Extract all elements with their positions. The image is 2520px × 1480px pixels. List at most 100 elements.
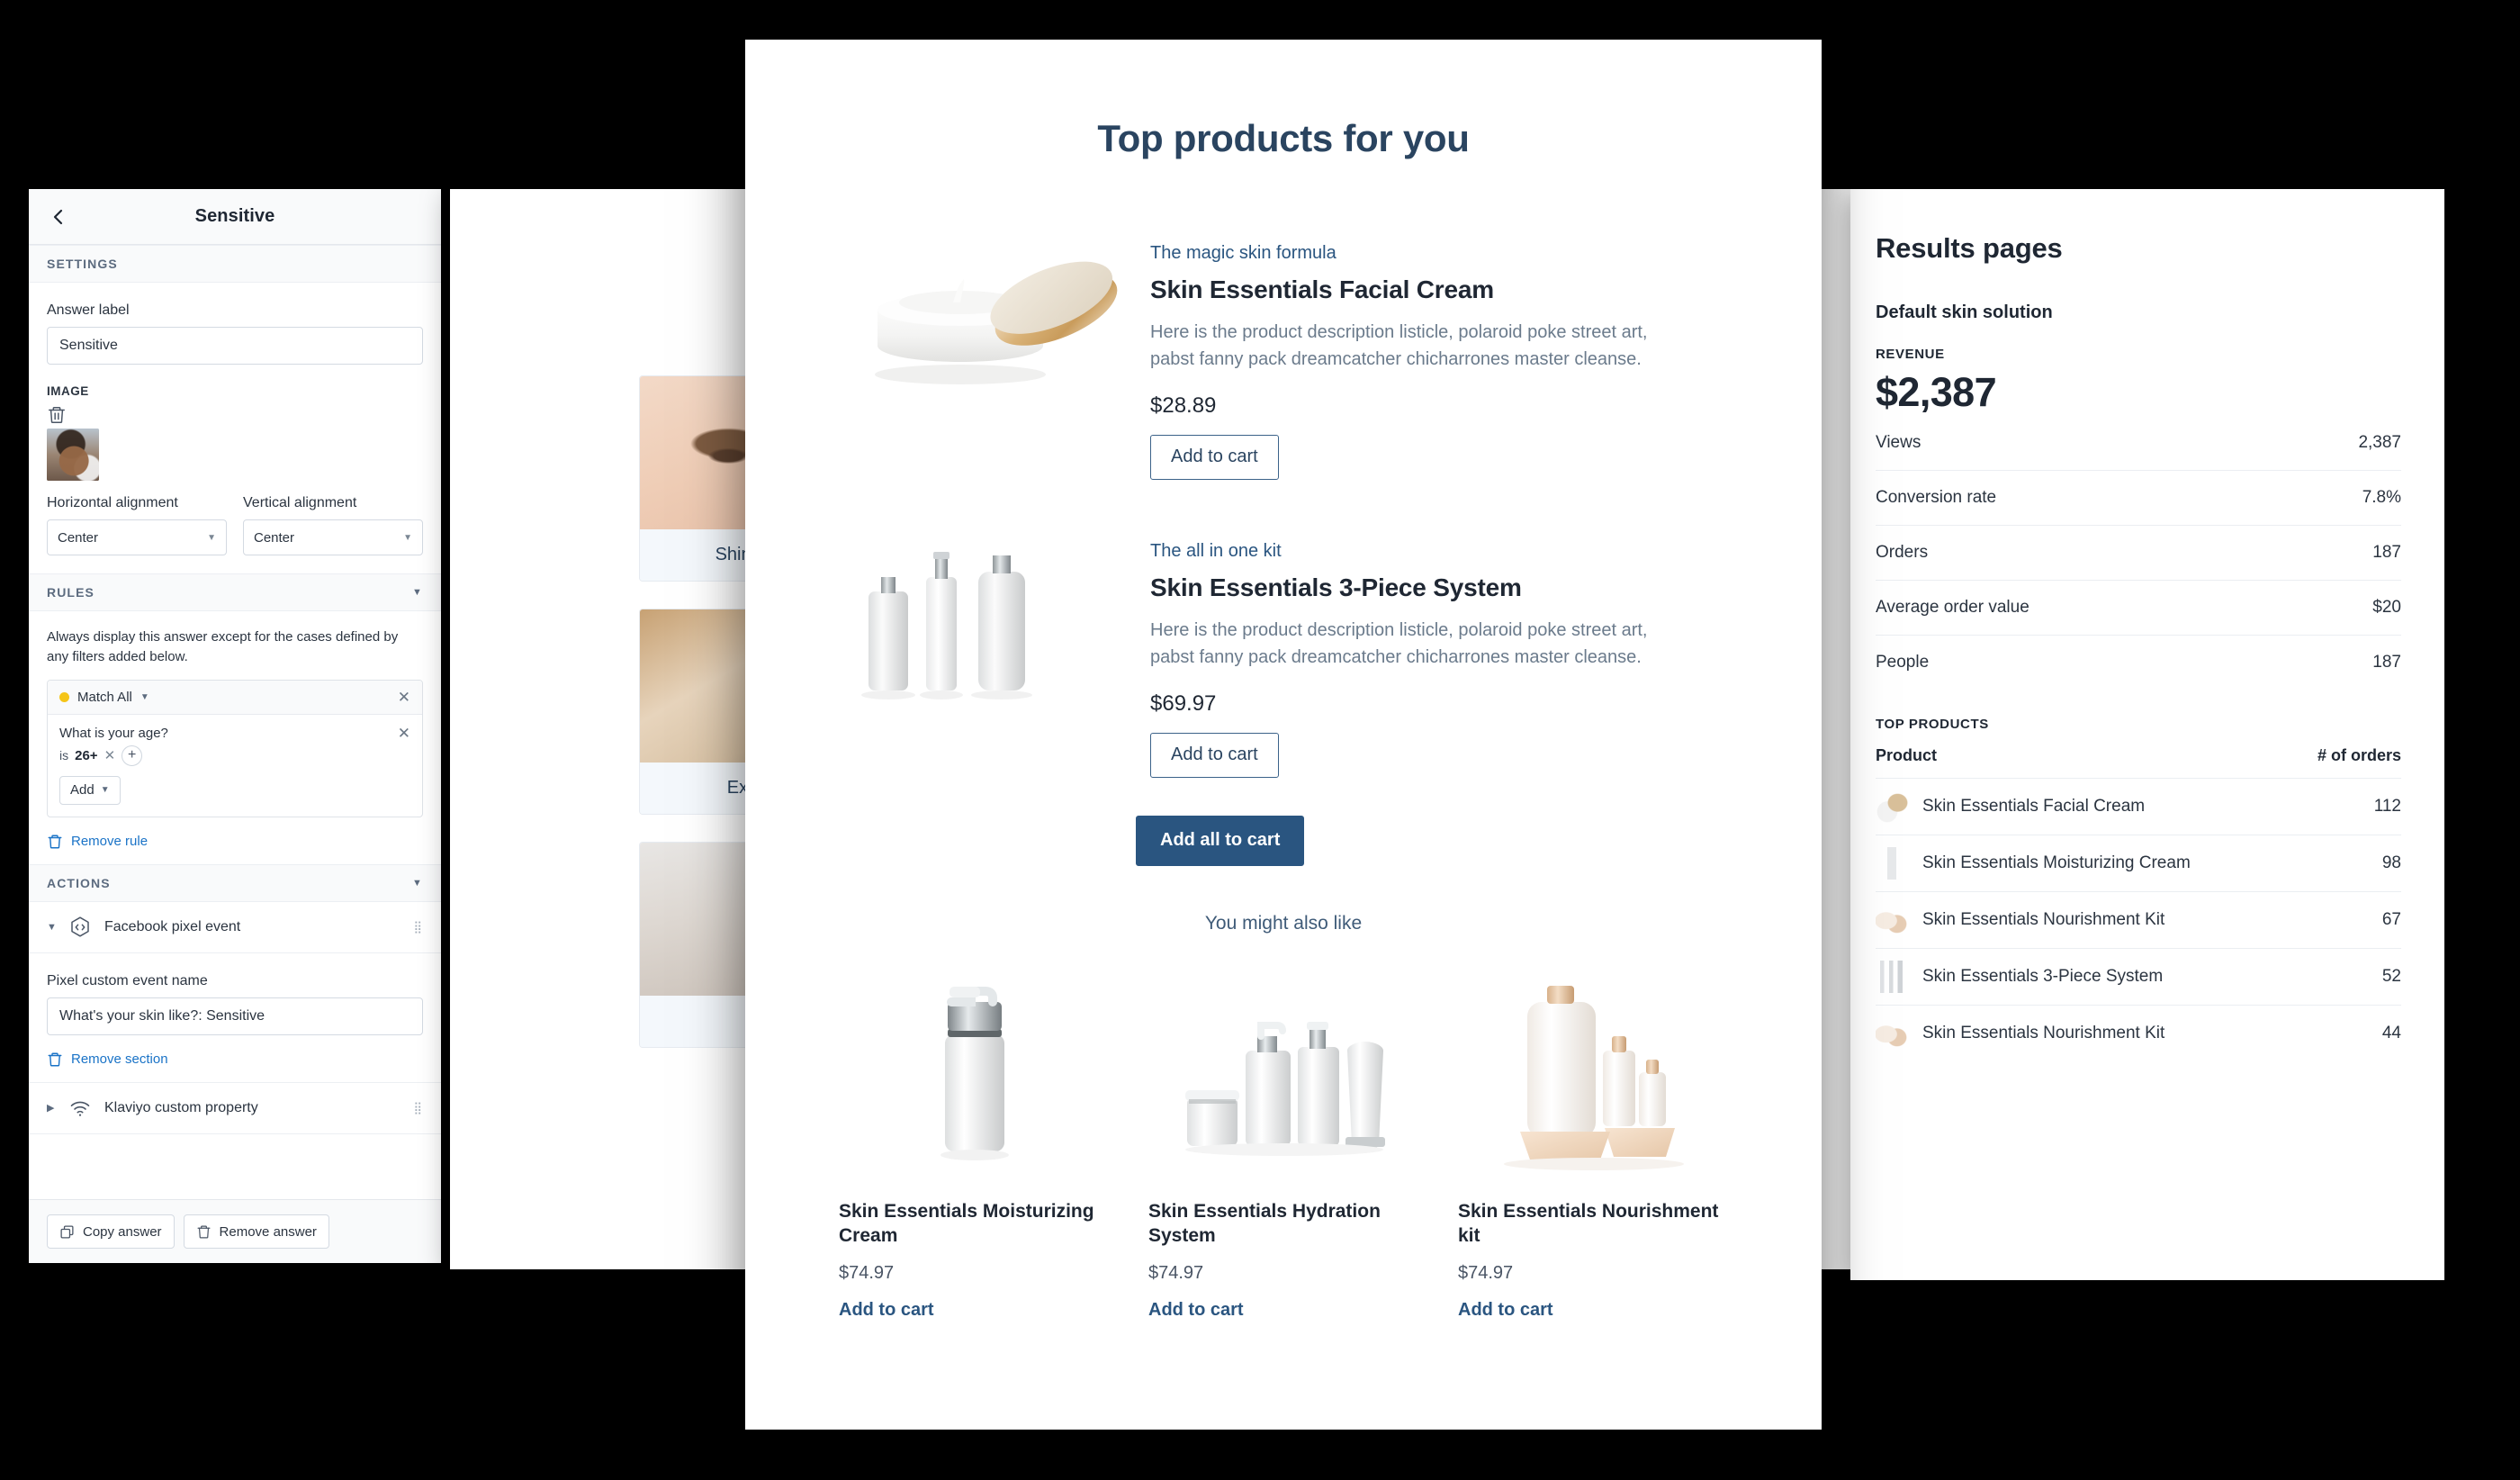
product-orders: 44 <box>2381 1024 2401 1042</box>
plus-icon[interactable]: + <box>122 745 143 766</box>
you-might-also-like-heading: You might also like <box>1204 912 1363 934</box>
featured-product-2: The all in one kit Skin Essentials 3-Pie… <box>839 521 1728 778</box>
table-row[interactable]: Skin Essentials Moisturizing Cream 98 <box>1876 835 2401 891</box>
condition-operator: is <box>59 748 69 763</box>
table-row[interactable]: Skin Essentials Facial Cream 112 <box>1876 778 2401 835</box>
remove-section-button[interactable]: Remove section <box>47 1051 423 1068</box>
horizontal-alignment-value: Center <box>58 529 99 546</box>
revenue-label: REVENUE <box>1876 347 1945 362</box>
product-thumbnail <box>1876 790 1908 823</box>
product-thumbnail <box>1876 1017 1908 1050</box>
add-to-cart-link[interactable]: Add to cart <box>1148 1300 1418 1321</box>
related-product-card[interactable]: Skin Essentials Hydration System $74.97 … <box>1148 951 1418 1321</box>
section-label: RULES <box>47 585 94 600</box>
drag-handle-icon[interactable]: ⣿ <box>413 1102 423 1114</box>
chevron-down-icon: ▼ <box>207 532 216 543</box>
chevron-down-icon: ▼ <box>140 691 149 702</box>
close-icon[interactable]: ✕ <box>398 726 410 741</box>
screenshot-stage: Sensitive SETTINGS Answer label Sensitiv… <box>0 0 2520 1480</box>
chevron-down-icon: ▼ <box>403 532 412 543</box>
horizontal-alignment-select[interactable]: Center ▼ <box>47 519 227 555</box>
stat-label: People <box>1876 653 1930 672</box>
related-product-price: $74.97 <box>839 1263 895 1283</box>
add-all-to-cart-button[interactable]: Add all to cart <box>1136 815 1305 866</box>
stat-row-average-order-value: Average order value $20 <box>1876 581 2401 636</box>
remove-answer-label: Remove answer <box>219 1223 317 1240</box>
rule-match-mode-row[interactable]: Match All ▼ ✕ <box>48 680 422 715</box>
close-icon[interactable]: ✕ <box>104 747 116 763</box>
product-name: Skin Essentials Nourishment Kit <box>1922 1024 2165 1042</box>
condition-value: 26+ <box>75 747 98 763</box>
product-price: $69.97 <box>1150 690 1217 716</box>
cream-jar-icon <box>875 261 1118 384</box>
vertical-alignment-value: Center <box>254 529 295 546</box>
related-product-card[interactable]: Skin Essentials Moisturizing Cream $74.9… <box>839 951 1109 1321</box>
section-header-rules[interactable]: RULES ▼ <box>29 573 441 611</box>
action-item-facebook-pixel[interactable]: ▼ Facebook pixel event ⣿ <box>29 902 441 953</box>
column-header-product: Product <box>1876 746 1938 764</box>
remove-section-label: Remove section <box>71 1051 168 1067</box>
top-products-table-header: Product # of orders <box>1876 732 2401 778</box>
remove-answer-button[interactable]: Remove answer <box>183 1214 329 1249</box>
stat-row-conversion-rate: Conversion rate 7.8% <box>1876 471 2401 526</box>
stat-label: Conversion rate <box>1876 488 1997 507</box>
revenue-value: $2,387 <box>1876 369 1997 415</box>
trash-icon[interactable] <box>47 405 67 425</box>
chevron-right-icon[interactable]: ▶ <box>47 1102 56 1114</box>
add-to-cart-button[interactable]: Add to cart <box>1150 434 1279 480</box>
add-to-cart-button[interactable]: Add to cart <box>1150 732 1279 778</box>
stat-value: 2,387 <box>2358 433 2401 452</box>
answer-label-input[interactable]: Sensitive <box>47 327 423 365</box>
remove-rule-button[interactable]: Remove rule <box>47 834 423 850</box>
stat-label: Orders <box>1876 543 1929 562</box>
section-header-settings[interactable]: SETTINGS <box>29 245 441 283</box>
condition-question: What is your age? <box>59 725 168 741</box>
pixel-event-input[interactable]: What's your skin like?: Sensitive <box>47 997 423 1035</box>
related-product-name: Skin Essentials Nourishment kit <box>1458 1200 1719 1247</box>
close-icon[interactable]: ✕ <box>398 690 410 705</box>
table-row[interactable]: Skin Essentials Nourishment Kit 67 <box>1876 891 2401 948</box>
copy-answer-button[interactable]: Copy answer <box>47 1214 175 1249</box>
add-to-cart-link[interactable]: Add to cart <box>839 1300 1109 1321</box>
add-condition-button[interactable]: Add ▼ <box>59 775 121 805</box>
section-header-actions[interactable]: ACTIONS ▼ <box>29 863 441 902</box>
code-hexagon-icon <box>68 916 92 939</box>
rule-condition: What is your age? ✕ is 26+ ✕ + Add ▼ <box>48 715 422 817</box>
related-product-card[interactable]: Skin Essentials Nourishment kit $74.97 A… <box>1458 951 1728 1321</box>
chevron-down-icon[interactable]: ▼ <box>47 922 57 933</box>
drag-handle-icon[interactable]: ⣿ <box>413 921 423 933</box>
product-thumbnail <box>1876 904 1908 936</box>
nourishment-kit-image <box>1458 951 1728 1176</box>
panel-title: Sensitive <box>194 206 275 226</box>
pump-bottle-icon <box>940 986 1009 1160</box>
pixel-event-label: Pixel custom event name <box>47 972 208 988</box>
vertical-alignment-select[interactable]: Center ▼ <box>243 519 423 555</box>
product-price: $28.89 <box>1150 393 1217 418</box>
featured-product-1: The magic skin formula Skin Essentials F… <box>839 223 1728 480</box>
nourishment-kit-icon <box>1503 985 1684 1170</box>
chevron-left-icon[interactable] <box>47 205 70 229</box>
related-product-name: Skin Essentials Hydration System <box>1148 1200 1381 1247</box>
panel-header: Sensitive <box>29 189 441 245</box>
add-to-cart-link[interactable]: Add to cart <box>1458 1300 1728 1321</box>
action-item-klaviyo[interactable]: ▶ Klaviyo custom property ⣿ <box>29 1081 441 1134</box>
top-products-label: TOP PRODUCTS <box>1876 717 1989 732</box>
stat-value: 187 <box>2372 543 2401 562</box>
column-header-orders: # of orders <box>2317 746 2401 764</box>
remove-rule-label: Remove rule <box>71 834 148 849</box>
trash-icon <box>47 834 63 850</box>
copy-icon <box>59 1224 75 1240</box>
status-dot <box>59 691 69 702</box>
rules-description: Always display this answer except for th… <box>47 629 399 664</box>
stat-row-orders: Orders 187 <box>1876 526 2401 581</box>
table-row[interactable]: Skin Essentials Nourishment Kit 44 <box>1876 1005 2401 1061</box>
product-name: Skin Essentials Nourishment Kit <box>1922 910 2165 929</box>
stat-value: 7.8% <box>2362 488 2401 507</box>
panel-footer: Copy answer Remove answer <box>29 1199 441 1263</box>
product-description: Here is the product description listicle… <box>1150 619 1648 668</box>
chevron-down-icon: ▼ <box>412 587 423 598</box>
table-row[interactable]: Skin Essentials 3-Piece System 52 <box>1876 948 2401 1005</box>
answer-image-thumbnail[interactable] <box>47 429 99 481</box>
related-product-price: $74.97 <box>1458 1263 1514 1283</box>
product-eyebrow: The magic skin formula <box>1150 243 1336 263</box>
